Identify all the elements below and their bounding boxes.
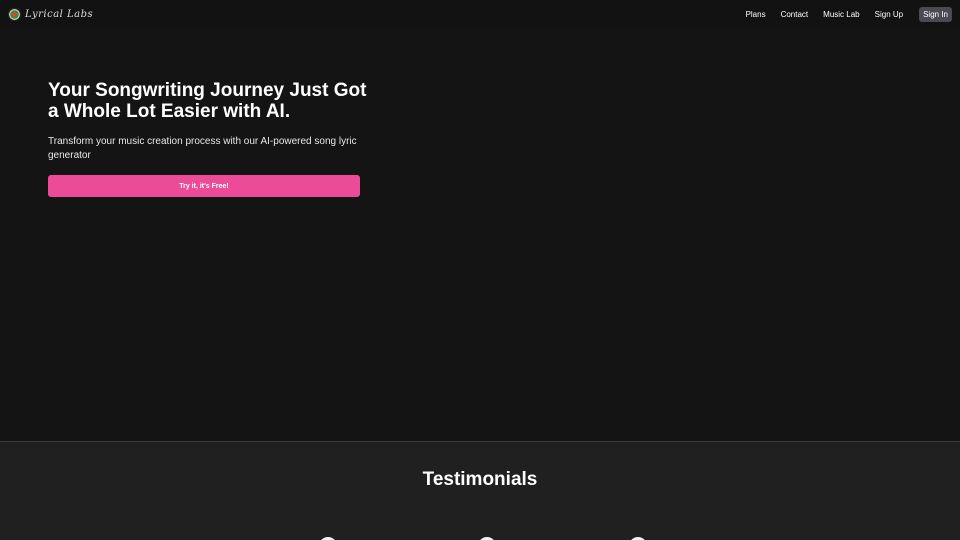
logo-link[interactable]: Lyrical Labs	[8, 7, 94, 21]
hero-title: Your Songwriting Journey Just Got a Whol…	[48, 80, 367, 122]
hero-section: Your Songwriting Journey Just Got a Whol…	[0, 28, 960, 441]
sign-in-button[interactable]: Sign In	[919, 6, 952, 22]
nav-plans-link[interactable]: Plans	[746, 10, 766, 19]
testimonials-title: Testimonials	[422, 469, 538, 490]
site-header: Lyrical Labs Plans Contact Music Lab Sig…	[0, 0, 960, 28]
try-free-button[interactable]: Try it, it's Free!	[48, 175, 360, 197]
main-nav: Plans Contact Music Lab Sign Up Sign In	[731, 6, 952, 22]
page: Lyrical Labs Plans Contact Music Lab Sig…	[0, 0, 960, 540]
testimonials-section: Testimonials	[0, 442, 960, 540]
logo-text: Lyrical Labs	[25, 8, 94, 20]
vinyl-record-icon	[8, 7, 21, 21]
hero-subtitle: Transform your music creation process wi…	[48, 136, 357, 161]
nav-sign-up-link[interactable]: Sign Up	[875, 10, 903, 19]
nav-contact-link[interactable]: Contact	[781, 10, 809, 19]
nav-music-lab-link[interactable]: Music Lab	[823, 10, 859, 19]
